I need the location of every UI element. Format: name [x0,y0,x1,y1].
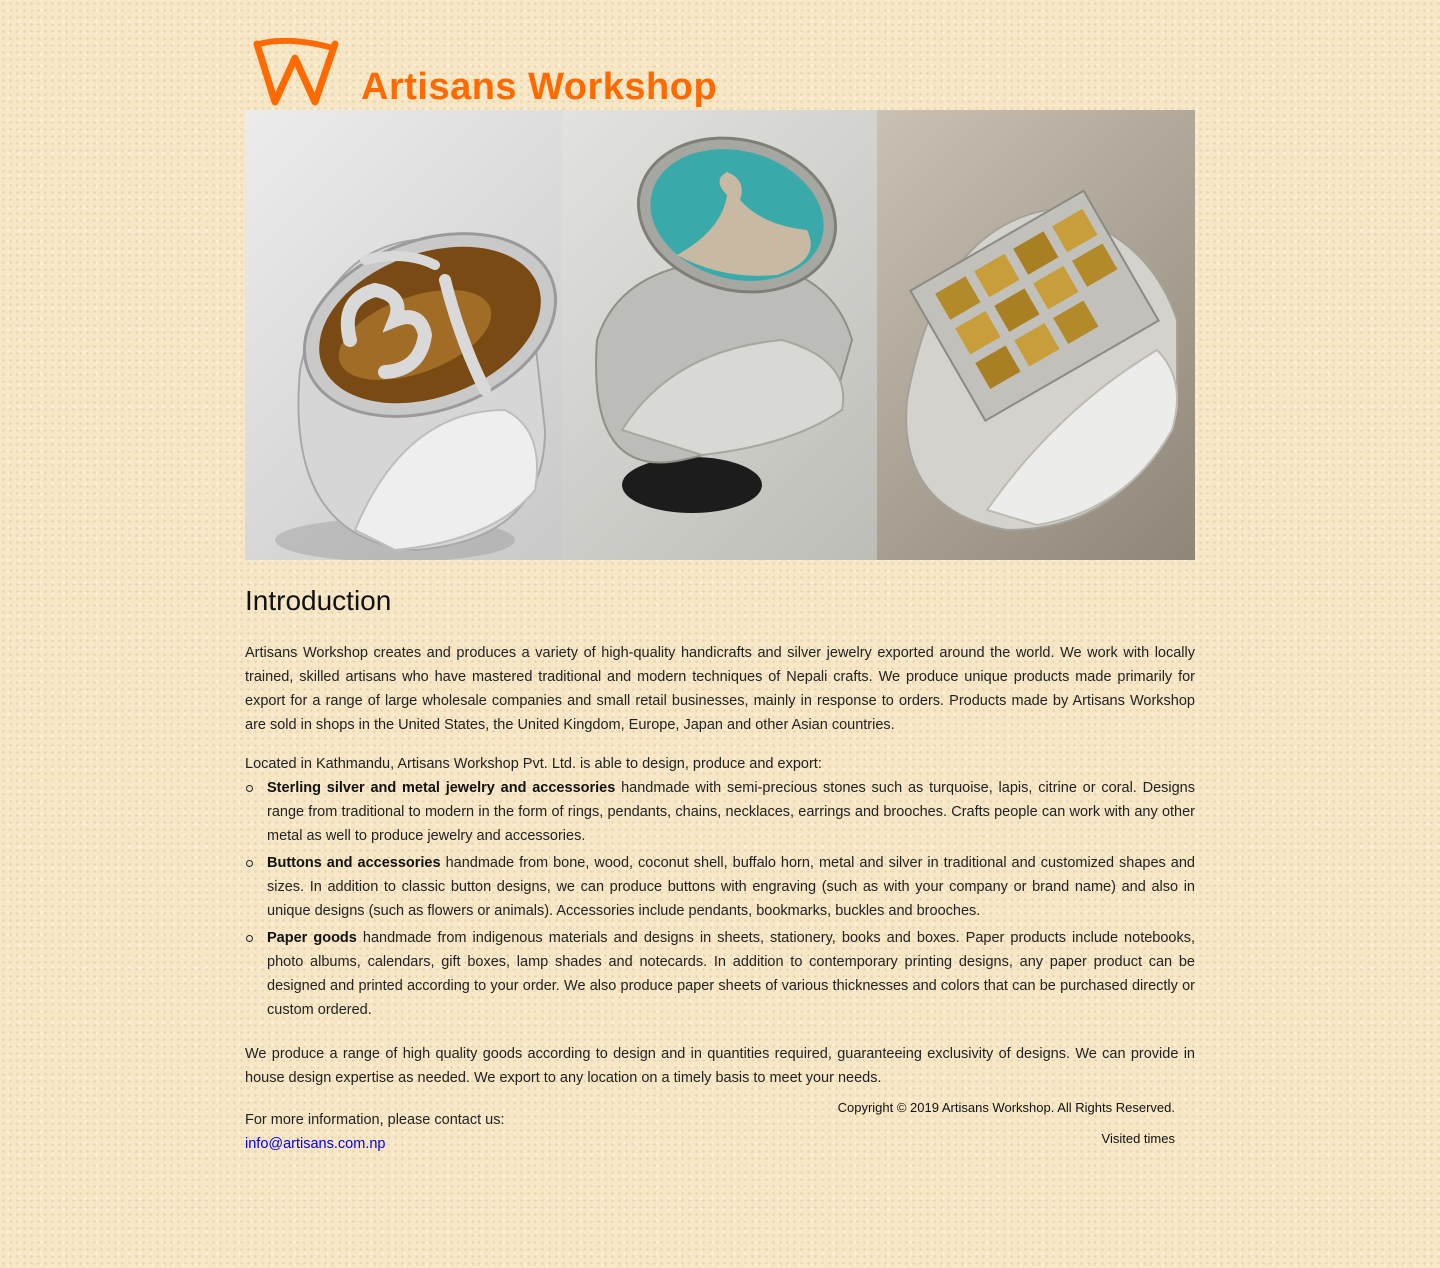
product-title: Sterling silver and metal jewelry and ac… [267,780,616,796]
site-header: Artisans Workshop [245,0,1195,110]
produce-paragraph: We produce a range of high quality goods… [245,1046,1195,1086]
list-item: Paper goods handmade from indigenous mat… [245,926,1195,1022]
visit-counter-text: Visited times [1101,1131,1175,1146]
aw-monogram-icon[interactable] [249,38,339,108]
circle-bullet-icon [246,785,253,792]
banner-images [245,110,1195,560]
list-item: Buttons and accessories handmade from bo… [245,851,1195,923]
product-title: Paper goods [267,930,357,946]
ring-tigers-eye-om-icon [275,232,558,560]
circle-bullet-icon [246,860,253,867]
knot-ring-image [877,110,1195,560]
located-paragraph: Located in Kathmandu, Artisans Workshop … [245,756,822,772]
introduction-heading: Introduction [245,585,392,616]
product-title: Buttons and accessories [267,855,441,871]
page-container: Artisans Workshop Introduction Artisans … [245,0,1195,1156]
om-ring-image [245,110,562,560]
product-description: handmade from indigenous materials and d… [267,930,1196,1018]
product-list: Sterling silver and metal jewelry and ac… [245,776,1195,1022]
ring-turquoise-inlay-icon [595,136,854,513]
turquoise-ring-image [562,110,877,560]
list-item: Sterling silver and metal jewelry and ac… [245,776,1195,848]
intro-paragraph: Artisans Workshop creates and produces a… [245,645,1195,733]
circle-bullet-icon [246,935,253,942]
copyright-text: Copyright © 2019 Artisans Workshop. All … [837,1100,1175,1115]
site-title: Artisans Workshop [361,66,718,108]
email-link[interactable]: info@artisans.com.np [245,1136,385,1152]
ring-endless-knot-icon [905,189,1178,532]
